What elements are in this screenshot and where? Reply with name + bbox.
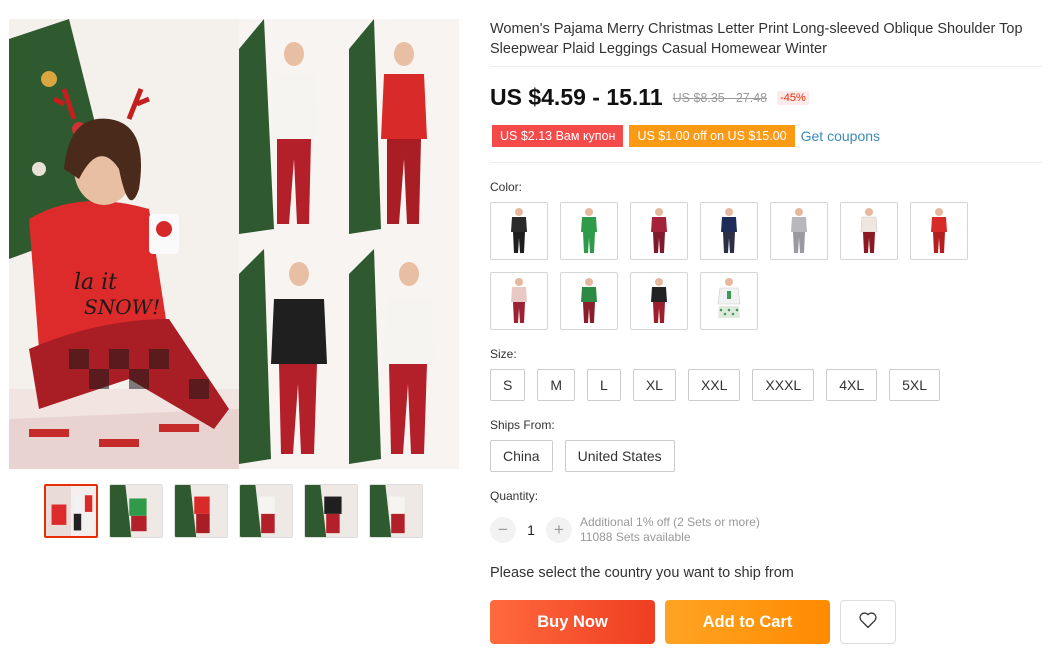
current-price: US $4.59 - 15.11 bbox=[490, 84, 663, 110]
thumbnail-3[interactable] bbox=[174, 484, 228, 538]
ship-from-united-states[interactable]: United States bbox=[564, 440, 675, 472]
size-option-4xl[interactable]: 4XL bbox=[826, 369, 878, 401]
size-options: S M L XL XXL XXXL 4XL 5XL bbox=[490, 369, 941, 401]
size-option-l[interactable]: L bbox=[587, 369, 621, 401]
discount-badge: -45% bbox=[777, 90, 809, 105]
color-swatch-figure bbox=[581, 278, 597, 323]
bulk-discount-note: Additional 1% off (2 Sets or more) bbox=[580, 515, 760, 529]
color-swatch-pink-plaid[interactable] bbox=[490, 272, 548, 330]
svg-text:la it: la it bbox=[74, 270, 117, 295]
quantity-info: Additional 1% off (2 Sets or more) 11088… bbox=[580, 515, 760, 545]
store-coupon-badge[interactable]: US $2.13 Вам купон bbox=[492, 125, 624, 147]
size-option-xxxl[interactable]: XXXL bbox=[752, 369, 815, 401]
color-swatch-figure bbox=[860, 208, 878, 253]
color-swatch-figure bbox=[511, 208, 527, 253]
color-swatch-navy[interactable] bbox=[700, 202, 758, 260]
color-swatches-row-1 bbox=[490, 202, 968, 260]
ship-from-china[interactable]: China bbox=[490, 440, 553, 472]
size-option-5xl[interactable]: 5XL bbox=[889, 369, 941, 401]
thumbnail-2[interactable] bbox=[109, 484, 163, 538]
size-option-m[interactable]: M bbox=[537, 369, 576, 401]
price-row: US $4.59 - 15.11 US $8.35 - 27.48 -45% bbox=[490, 84, 809, 111]
color-swatch-black-plaid[interactable] bbox=[630, 272, 688, 330]
thumbnail-strip bbox=[44, 484, 423, 538]
color-swatch-black-deer[interactable] bbox=[490, 202, 548, 260]
thumbnail-1[interactable] bbox=[44, 484, 98, 538]
size-label: Size: bbox=[490, 347, 517, 361]
coupon-row: US $2.13 Вам купон US $1.00 off on US $1… bbox=[492, 125, 880, 147]
svg-text:SNOW!: SNOW! bbox=[84, 295, 160, 319]
buy-now-button[interactable]: Buy Now bbox=[490, 600, 655, 644]
color-swatch-green-plaid[interactable] bbox=[560, 272, 618, 330]
color-swatch-figure bbox=[931, 208, 947, 253]
quantity-decrease-button[interactable]: − bbox=[490, 517, 516, 543]
color-swatch-white-plaid[interactable] bbox=[840, 202, 898, 260]
divider bbox=[490, 162, 1042, 163]
quantity-increase-button[interactable]: + bbox=[546, 517, 572, 543]
color-swatch-green[interactable] bbox=[560, 202, 618, 260]
size-option-s[interactable]: S bbox=[490, 369, 526, 401]
get-coupons-link[interactable]: Get coupons bbox=[801, 128, 880, 144]
color-swatch-figure bbox=[717, 278, 741, 318]
quantity-label: Quantity: bbox=[490, 489, 539, 503]
color-swatch-figure bbox=[651, 278, 667, 323]
color-swatch-figure bbox=[581, 208, 597, 253]
wishlist-button[interactable] bbox=[840, 600, 896, 644]
quantity-value[interactable]: 1 bbox=[516, 522, 546, 538]
thumbnail-4[interactable] bbox=[239, 484, 293, 538]
divider bbox=[490, 66, 1042, 67]
thumbnail-6[interactable] bbox=[369, 484, 423, 538]
color-swatch-figure bbox=[511, 278, 527, 323]
size-option-xl[interactable]: XL bbox=[632, 369, 676, 401]
original-price: US $8.35 - 27.48 bbox=[672, 90, 768, 105]
color-swatch-figure bbox=[721, 208, 737, 253]
action-buttons: Buy Now Add to Cart bbox=[490, 600, 896, 644]
color-swatch-gray[interactable] bbox=[770, 202, 828, 260]
ships-from-label: Ships From: bbox=[490, 418, 555, 432]
color-swatch-wine-red[interactable] bbox=[630, 202, 688, 260]
ships-from-options: China United States bbox=[490, 440, 675, 472]
stock-available: 11088 Sets available bbox=[580, 530, 691, 544]
color-swatch-red[interactable] bbox=[910, 202, 968, 260]
heart-icon bbox=[858, 611, 878, 634]
color-swatch-figure bbox=[791, 208, 807, 253]
quantity-stepper: − 1 + Additional 1% off (2 Sets or more)… bbox=[490, 515, 760, 545]
main-product-image[interactable]: la it SNOW! bbox=[9, 19, 459, 469]
color-swatch-figure bbox=[651, 208, 667, 253]
color-swatch-cactus-shorts[interactable] bbox=[700, 272, 758, 330]
select-coupon-badge[interactable]: US $1.00 off on US $15.00 bbox=[629, 125, 795, 147]
color-label: Color: bbox=[490, 180, 523, 194]
size-option-xxl[interactable]: XXL bbox=[687, 369, 741, 401]
add-to-cart-button[interactable]: Add to Cart bbox=[665, 600, 830, 644]
color-swatches-row-2 bbox=[490, 272, 758, 330]
ship-country-note: Please select the country you want to sh… bbox=[490, 565, 794, 581]
thumbnail-5[interactable] bbox=[304, 484, 358, 538]
product-title: Women's Pajama Merry Christmas Letter Pr… bbox=[490, 21, 1023, 57]
